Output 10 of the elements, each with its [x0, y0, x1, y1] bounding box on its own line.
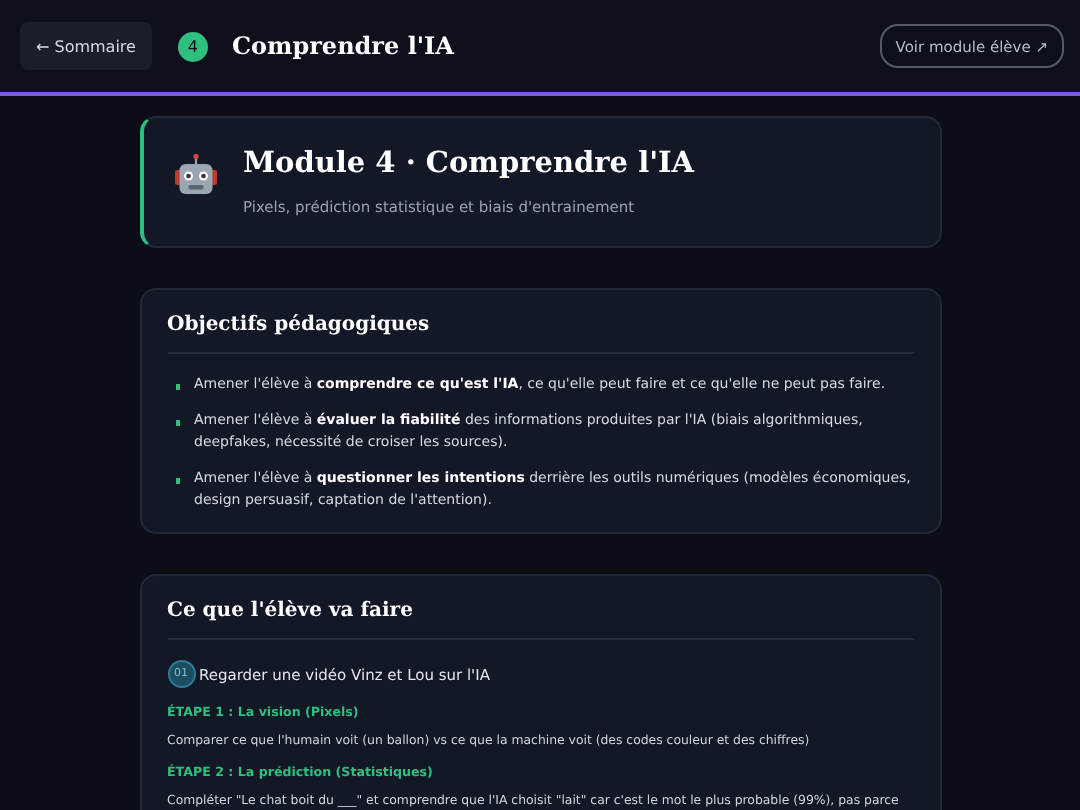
- back-button[interactable]: ← Sommaire: [20, 22, 152, 70]
- robot-icon: [171, 152, 219, 200]
- page-title: Comprendre l'IA: [231, 32, 454, 60]
- bullet-icon: [175, 478, 180, 483]
- module-title: Module 4 · Comprendre l'IA: [243, 146, 695, 180]
- module-number-badge: 4: [177, 31, 208, 61]
- section-title: Ce que l'élève va faire: [167, 600, 913, 640]
- bullet-icon: [175, 420, 180, 425]
- bullet-icon: [175, 384, 180, 389]
- section-title: Objectifs pédagogiques: [167, 314, 913, 354]
